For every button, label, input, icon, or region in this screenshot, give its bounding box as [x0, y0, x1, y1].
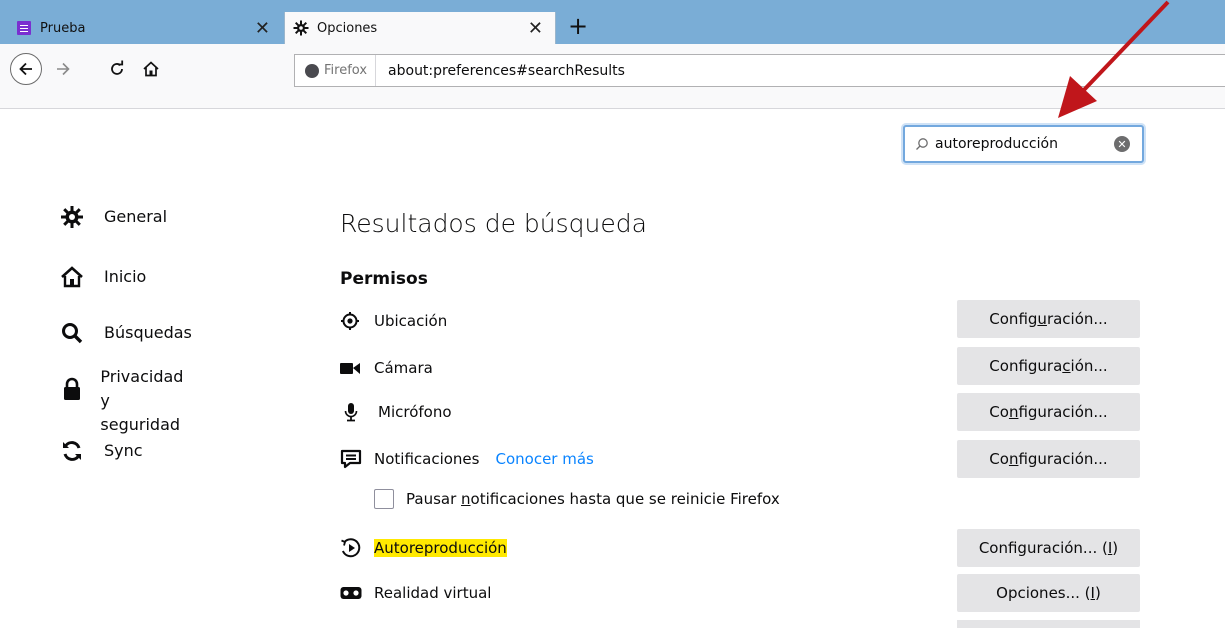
permission-label: Ubicación — [374, 312, 448, 330]
form-app-icon — [16, 20, 32, 36]
tab-strip: Prueba ✕ Opciones ✕ + — [0, 0, 1225, 44]
checkbox-label: Pausar notificaciones hasta que se reini… — [406, 490, 780, 508]
label-text: Pausar — [406, 490, 462, 508]
url-text[interactable]: about:preferences#searchResults — [376, 63, 625, 79]
accesskey: n — [1008, 450, 1019, 468]
sidebar-item-general[interactable]: General — [60, 205, 167, 229]
accesskey: c — [1062, 357, 1071, 375]
gear-icon — [293, 20, 309, 36]
search-icon — [915, 137, 929, 151]
sidebar-item-busquedas[interactable]: Búsquedas — [60, 321, 192, 345]
reload-button[interactable] — [102, 54, 132, 84]
permission-row-notifications: Notificaciones Conocer más — [340, 440, 594, 478]
permission-row-autoplay: Autoreproducción — [340, 529, 507, 567]
lock-icon — [60, 365, 88, 413]
search-icon — [60, 321, 92, 345]
button-text: ) — [1094, 584, 1101, 602]
button-text: ión... — [1070, 357, 1108, 375]
identity-label: Firefox — [324, 63, 368, 78]
learn-more-link[interactable]: Conocer más — [495, 450, 593, 468]
sidebar-item-label: Privacidad y seguridad — [100, 365, 187, 437]
tab-prueba[interactable]: Prueba ✕ — [8, 12, 282, 44]
button-text: Configura — [989, 357, 1063, 375]
firefox-icon — [305, 63, 319, 78]
sidebar-item-label: Inicio — [104, 267, 147, 286]
location-icon — [340, 311, 362, 331]
button-text: Co — [989, 450, 1009, 468]
navigation-toolbar: Firefox about:preferences#searchResults — [0, 44, 1225, 109]
permission-label: Realidad virtual — [374, 584, 492, 602]
gear-icon — [60, 205, 92, 229]
accesskey: u — [1037, 310, 1047, 328]
button-text: Config — [989, 310, 1038, 328]
sidebar-item-label: Búsquedas — [104, 323, 192, 342]
arrow-left-icon — [19, 62, 32, 76]
camera-settings-button[interactable]: Configura c ión... — [957, 347, 1140, 385]
location-settings-button[interactable]: Config u ración... — [957, 300, 1140, 338]
tab-opciones[interactable]: Opciones ✕ — [284, 12, 556, 44]
accesskey: n — [1008, 403, 1019, 421]
permission-row-location: Ubicación — [340, 302, 447, 340]
permission-label: Autoreproducción — [374, 539, 507, 557]
url-bar[interactable]: Firefox about:preferences#searchResults — [294, 54, 1225, 87]
back-button[interactable] — [10, 53, 42, 85]
permission-row-vr: Realidad virtual — [340, 574, 491, 612]
button-text: ) — [1112, 539, 1119, 557]
pause-notifications-checkbox[interactable] — [374, 489, 394, 509]
sidebar-item-privacidad[interactable]: Privacidad y seguridad — [60, 365, 187, 437]
camera-icon — [340, 360, 362, 376]
home-icon — [60, 265, 92, 289]
sidebar-item-label: General — [104, 207, 168, 226]
sidebar-item-sync[interactable]: Sync — [60, 439, 143, 463]
microphone-settings-button[interactable]: Co n figuración... — [957, 393, 1140, 431]
permission-label: Cámara — [374, 359, 433, 377]
label-line2: seguridad — [100, 415, 181, 434]
notifications-settings-button[interactable]: Co n figuración... — [957, 440, 1140, 478]
home-icon — [143, 61, 159, 77]
close-icon[interactable]: ✕ — [255, 18, 270, 39]
page-title: Resultados de búsqueda — [340, 209, 647, 238]
accesskey: n — [461, 490, 471, 508]
permission-label: Notificaciones — [374, 450, 480, 468]
button-text: ración... — [1046, 310, 1108, 328]
search-input[interactable] — [935, 136, 1095, 152]
reload-icon — [111, 60, 124, 75]
autoplay-icon — [340, 537, 362, 559]
button-text: Opciones... ( — [996, 584, 1091, 602]
button-text: Configuración... ( — [978, 539, 1108, 557]
notification-icon — [340, 449, 362, 469]
clear-search-icon[interactable]: ✕ — [1114, 136, 1130, 152]
permission-label: Micrófono — [378, 403, 452, 421]
button-text: Co — [989, 403, 1009, 421]
section-title: Permisos — [340, 269, 428, 289]
forward-button[interactable] — [48, 54, 78, 84]
sync-icon — [60, 439, 92, 463]
vr-options-button[interactable]: Opciones... (I) — [957, 574, 1140, 612]
permission-row-microphone: Micrófono — [340, 393, 452, 431]
label-text: otificaciones hasta que se reinicie Fire… — [470, 490, 780, 508]
arrow-right-icon — [57, 62, 70, 76]
tab-title: Prueba — [40, 20, 86, 36]
autoplay-settings-button[interactable]: Configuración... (I) — [957, 529, 1140, 567]
vr-icon — [340, 586, 362, 600]
sidebar-item-label: Sync — [104, 441, 143, 460]
microphone-icon — [340, 402, 366, 422]
close-icon[interactable]: ✕ — [528, 18, 543, 39]
preferences-search[interactable]: ✕ — [903, 125, 1144, 163]
tab-title: Opciones — [317, 20, 378, 36]
pause-notifications-option[interactable]: Pausar notificaciones hasta que se reini… — [374, 489, 780, 509]
identity-box[interactable]: Firefox — [295, 55, 377, 86]
permission-row-camera: Cámara — [340, 349, 433, 387]
button-text: figuración... — [1018, 403, 1108, 421]
home-button[interactable] — [136, 54, 166, 84]
button-text: figuración... — [1018, 450, 1108, 468]
sidebar-item-inicio[interactable]: Inicio — [60, 265, 146, 289]
label-line1: Privacidad y — [100, 367, 184, 410]
new-tab-button[interactable]: + — [568, 14, 588, 38]
preferences-content: ✕ General Inicio Búsquedas Pri — [0, 109, 1225, 628]
